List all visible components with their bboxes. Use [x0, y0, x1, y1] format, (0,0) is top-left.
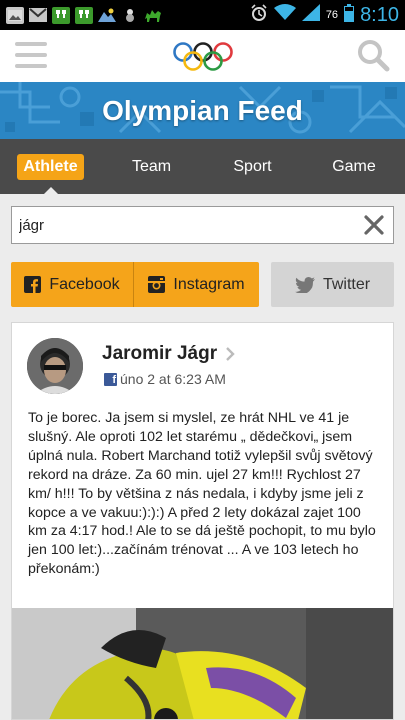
search-box [11, 206, 394, 244]
feed-banner: Olympian Feed [0, 82, 405, 139]
facebook-icon: f [104, 372, 117, 386]
avatar[interactable] [27, 338, 83, 394]
clock-time: 8:10 [360, 3, 399, 26]
post-meta: f úno 2 at 6:23 AM [104, 371, 226, 387]
post-author: Jaromir Jágr [102, 343, 218, 364]
post-text: To je borec. Ja jsem si myslel, ze hrát … [28, 410, 376, 578]
post-author-link[interactable]: Jaromir Jágr [102, 343, 235, 365]
signal-icon [301, 4, 320, 26]
instagram-filter-label: Instagram [173, 275, 245, 293]
post-image[interactable] [12, 608, 393, 719]
twitter-filter-button[interactable]: Twitter [271, 262, 394, 307]
close-icon [364, 215, 384, 235]
page-title: Olympian Feed [102, 94, 303, 126]
tab-label: Team [131, 157, 172, 175]
tab-game[interactable]: Game [303, 139, 405, 194]
twitter-icon [294, 276, 315, 293]
status-bar: 76 8:10 [0, 0, 405, 30]
search-icon[interactable] [357, 39, 391, 73]
camel-icon [144, 7, 162, 24]
bug-icon [121, 7, 139, 24]
battery-percent: 76 [325, 9, 339, 21]
tab-athlete[interactable]: Athlete [0, 139, 101, 194]
battery-icon [344, 3, 355, 27]
facebook-filter-button[interactable]: Facebook [11, 262, 134, 307]
app-screen: { "statusbar": { "battery_percent": "76"… [0, 0, 405, 720]
image-icon [6, 6, 24, 24]
facebook-icon [24, 276, 42, 293]
instagram-filter-button[interactable]: Instagram [134, 262, 259, 307]
clear-search-button[interactable] [355, 207, 393, 243]
search-input[interactable] [12, 207, 355, 243]
notification-icons [6, 6, 162, 24]
instagram-icon [148, 276, 166, 293]
tab-label: Game [332, 157, 376, 175]
source-filters: Facebook Instagram Twitter [11, 262, 394, 307]
hangouts-icon [52, 6, 70, 24]
weather-icon [98, 7, 116, 24]
tab-sport[interactable]: Sport [202, 139, 303, 194]
twitter-filter-label: Twitter [322, 275, 371, 293]
chevron-right-icon [226, 347, 235, 361]
app-header [0, 30, 405, 82]
tab-label: Sport [233, 157, 272, 175]
selected-sources: Facebook Instagram [11, 262, 259, 307]
gmail-icon [29, 7, 47, 24]
hamburger-icon[interactable] [15, 42, 47, 70]
category-tabs: Athlete Team Sport Game [0, 139, 405, 194]
post-card[interactable]: Jaromir Jágr f úno 2 at 6:23 AM To je bo… [11, 322, 394, 720]
alarm-icon [250, 3, 268, 27]
tab-label: Athlete [17, 153, 84, 180]
tab-team[interactable]: Team [101, 139, 202, 194]
post-date: úno 2 at 6:23 AM [120, 371, 226, 387]
olympic-rings-logo [172, 41, 234, 78]
hangouts-icon [75, 6, 93, 24]
system-icons: 76 8:10 [250, 3, 399, 27]
facebook-filter-label: Facebook [49, 275, 120, 293]
wifi-icon [273, 4, 296, 26]
